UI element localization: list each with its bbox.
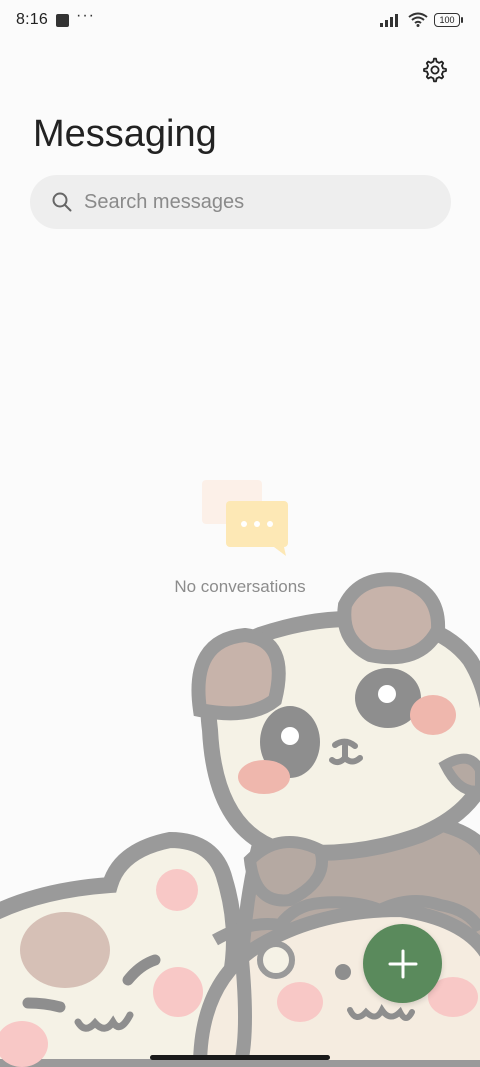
chat-bubbles-icon [202,480,288,556]
new-conversation-button[interactable] [363,924,442,1003]
search-placeholder: Search messages [84,190,245,213]
wifi-icon [408,12,428,27]
gear-icon [423,57,447,83]
notification-app-icon [56,14,69,27]
search-icon [52,192,72,212]
battery-icon: 100 [434,12,463,27]
home-indicator[interactable] [150,1055,330,1060]
plus-icon [388,949,417,978]
status-indicators: 100 [380,12,463,27]
signal-icon [380,13,398,27]
settings-button[interactable] [415,50,455,90]
status-time: 8:16 [16,11,48,28]
page-title: Messaging [33,113,217,155]
status-bar: 8:16 ··· 100 [0,0,480,42]
more-notifications-icon: ··· [76,7,95,24]
search-input[interactable]: Search messages [30,175,451,229]
